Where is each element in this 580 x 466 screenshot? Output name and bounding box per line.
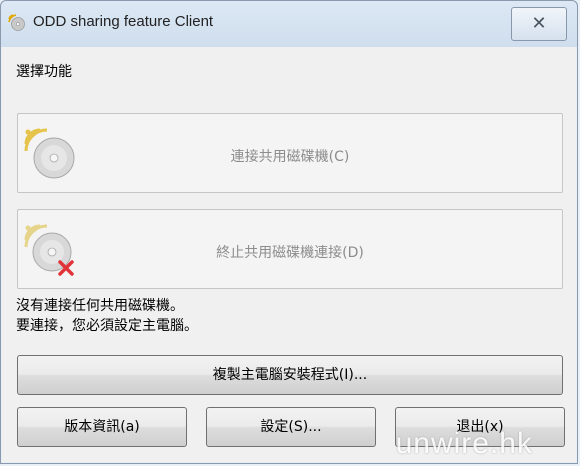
connect-drive-button[interactable]: 連接共用磁碟機(C) xyxy=(17,113,563,193)
section-label: 選擇功能 xyxy=(16,64,72,80)
version-info-button[interactable]: 版本資訊(a) xyxy=(17,407,187,447)
disconnect-drive-button[interactable]: 終止共用磁碟機連接(D) xyxy=(17,209,563,289)
status-text-line1: 沒有連接任何共用磁碟機。 xyxy=(16,298,184,314)
title-bar: ODD sharing feature Client ✕ xyxy=(1,1,577,47)
connect-drive-label: 連接共用磁碟機(C) xyxy=(230,149,350,165)
settings-button[interactable]: 設定(S)... xyxy=(206,407,376,447)
watermark: unwire.hk xyxy=(395,427,533,460)
dialog-body: 選擇功能 連接共用磁碟機(C) 終止共用磁碟機連接(D) 沒有連接任何共用磁碟機… xyxy=(2,47,576,462)
app-window: ODD sharing feature Client ✕ 選擇功能 連接共用磁碟… xyxy=(0,0,578,464)
close-button[interactable]: ✕ xyxy=(511,7,567,41)
copy-host-installer-button[interactable]: 複製主電腦安裝程式(I)... xyxy=(17,355,563,395)
disconnect-drive-label: 終止共用磁碟機連接(D) xyxy=(216,245,364,261)
window-title: ODD sharing feature Client xyxy=(33,13,214,30)
close-icon: ✕ xyxy=(531,13,547,34)
status-text-line2: 要連接，您必須設定主電腦。 xyxy=(16,318,198,334)
cd-disc-wireless-icon xyxy=(8,14,25,31)
